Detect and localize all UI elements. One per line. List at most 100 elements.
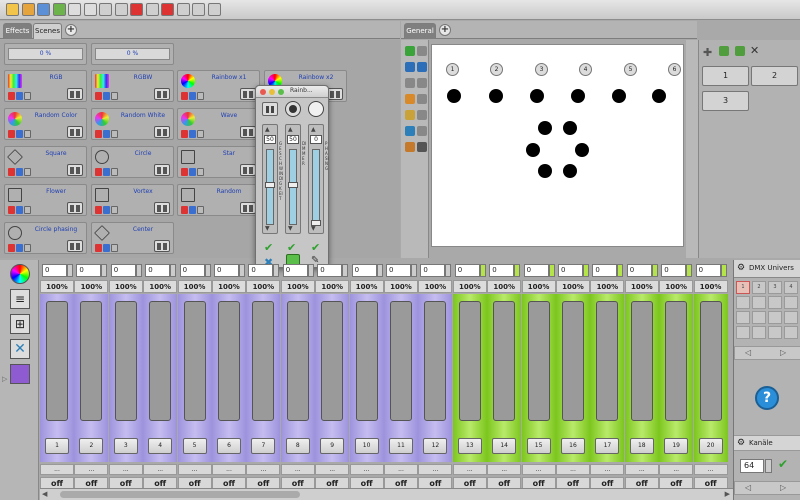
fader-handle[interactable]: 5 (182, 438, 207, 454)
channel-value-input[interactable]: 0 (558, 264, 583, 277)
fader-handle[interactable]: 14 (492, 438, 517, 454)
slider-value[interactable]: 50 (264, 135, 276, 144)
fixture-head[interactable] (538, 164, 552, 178)
check-icon[interactable]: ✔ (311, 241, 320, 254)
fixture-head[interactable] (575, 143, 589, 157)
fixture-group-icon[interactable] (417, 142, 427, 152)
channel-value-input[interactable]: 0 (145, 264, 171, 277)
scene-button-2[interactable]: 2 (751, 66, 798, 86)
dmx-channel-cell[interactable] (736, 326, 750, 339)
effect-toggle-icon[interactable] (67, 126, 83, 138)
dmx-channel-cell[interactable] (752, 326, 766, 339)
zoom-window-icon[interactable] (278, 89, 284, 95)
channel-menu-button[interactable]: ... (349, 464, 384, 475)
channel-value-stepper[interactable] (445, 264, 452, 277)
effect-toggle-icon[interactable] (240, 164, 256, 176)
minimize-window-icon[interactable] (269, 89, 275, 95)
color-wheel-icon[interactable] (10, 264, 30, 284)
slider-track[interactable] (265, 149, 275, 225)
dmx-channel-cell[interactable] (784, 296, 798, 309)
effect-card[interactable]: Star (177, 146, 260, 178)
fixture-head[interactable] (447, 89, 461, 103)
channel-value-stepper[interactable] (686, 264, 693, 277)
gear-icon[interactable]: ⚙ (737, 438, 745, 448)
fader-handle[interactable]: 15 (526, 438, 551, 454)
grid-icon[interactable] (405, 94, 415, 104)
fader-track[interactable] (355, 301, 378, 421)
image-icon[interactable] (405, 78, 415, 88)
fader-track[interactable] (527, 301, 550, 421)
dmx-channel-cell[interactable]: 1 (736, 281, 750, 294)
channel-menu-button[interactable]: ... (556, 464, 590, 475)
effect-toggle-icon[interactable] (67, 88, 83, 100)
effect-toggle-icon[interactable] (67, 240, 83, 252)
dmx-channel-cell[interactable] (752, 311, 766, 324)
fader-handle[interactable]: 18 (629, 438, 654, 454)
channel-value-stepper[interactable] (342, 264, 349, 277)
effect-card[interactable]: RGB (4, 70, 87, 102)
tab-scenes[interactable]: Scenes (33, 23, 62, 39)
channel-value-stepper[interactable] (239, 264, 245, 277)
dmx-channel-cell[interactable]: 4 (784, 281, 798, 294)
fixture-head[interactable] (571, 89, 585, 103)
channel-value-input[interactable]: 0 (592, 264, 618, 277)
rgb-icon[interactable] (192, 3, 205, 16)
close-window-icon[interactable] (260, 89, 266, 95)
channel-value-stepper[interactable] (135, 264, 142, 277)
dmx-channel-cell[interactable]: 2 (752, 281, 766, 294)
fixture-group-icon[interactable] (405, 142, 415, 152)
fixture-head[interactable] (530, 89, 544, 103)
channel-menu-button[interactable]: ... (74, 464, 109, 475)
fader-handle[interactable]: 9 (320, 438, 345, 454)
fixture-head[interactable] (612, 89, 626, 103)
fader-handle[interactable]: 4 (148, 438, 173, 454)
channel-value-input[interactable]: 0 (76, 264, 102, 277)
increment-icon[interactable]: ▲ (288, 126, 293, 133)
fader-handle[interactable]: 1 (45, 438, 69, 454)
channels-stepper[interactable] (765, 459, 772, 473)
channel-menu-button[interactable]: ... (143, 464, 178, 475)
previous-universe-icon[interactable]: ◁ (745, 348, 751, 357)
channel-value-stepper[interactable] (651, 264, 658, 277)
channel-menu-button[interactable]: ... (521, 464, 556, 475)
slider-value[interactable]: 0 (310, 135, 322, 144)
effect-card[interactable]: Rainbow x1 (177, 70, 260, 102)
fader-handle[interactable]: 3 (113, 438, 138, 454)
fader-handle[interactable]: 17 (595, 438, 620, 454)
effect-card[interactable]: Random White (91, 108, 174, 140)
tools-icon[interactable] (417, 94, 427, 104)
channel-menu-button[interactable]: ... (315, 464, 350, 475)
fader-track[interactable] (390, 301, 412, 421)
dmx-channel-cell[interactable] (736, 311, 750, 324)
bar-chart-icon[interactable] (176, 3, 190, 16)
effect-card[interactable]: Flower (4, 184, 87, 216)
rainbow-effect-window[interactable]: Rainb... ✔ ✔ ✔ ✖ ✎ ▲ 50 ▼ GESCHWINDIGKEIT ▲ 5… (255, 85, 329, 269)
channel-menu-button[interactable]: ... (246, 464, 281, 475)
effect-toggle-icon[interactable] (327, 88, 343, 100)
fader-handle[interactable]: 10 (354, 438, 379, 454)
fader-track[interactable] (218, 301, 240, 421)
scroll-thumb[interactable] (60, 491, 300, 498)
channel-value-input[interactable]: 0 (695, 264, 721, 277)
intensity-icon[interactable]: ⊞ (10, 314, 30, 334)
zoom-in-icon[interactable] (405, 62, 415, 72)
effect-toggle-icon[interactable] (154, 240, 170, 252)
channel-menu-button[interactable]: ... (590, 464, 625, 475)
slider-track[interactable] (311, 149, 321, 226)
channel-value-input[interactable]: 0 (248, 264, 274, 277)
channel-value-stepper[interactable] (548, 264, 555, 277)
fixture-number[interactable]: 6 (668, 63, 681, 76)
fader-track[interactable] (699, 301, 722, 421)
gear-icon[interactable]: ⚙ (737, 263, 745, 273)
dmx-channel-cell[interactable] (768, 296, 782, 309)
simple-desk-icon[interactable] (130, 3, 143, 16)
fixture-head[interactable] (526, 143, 540, 157)
channel-value-input[interactable]: 0 (317, 264, 343, 277)
effect-card-top-left[interactable]: 0 % (4, 43, 87, 65)
next-page-icon[interactable]: ▷ (780, 483, 786, 492)
add-icon[interactable] (405, 46, 415, 56)
rainbow-slider[interactable]: ▲ 50 ▼ (285, 124, 301, 234)
channel-value-stepper[interactable] (376, 264, 383, 277)
increment-icon[interactable]: ▲ (311, 126, 316, 133)
fader-track[interactable] (46, 301, 68, 421)
